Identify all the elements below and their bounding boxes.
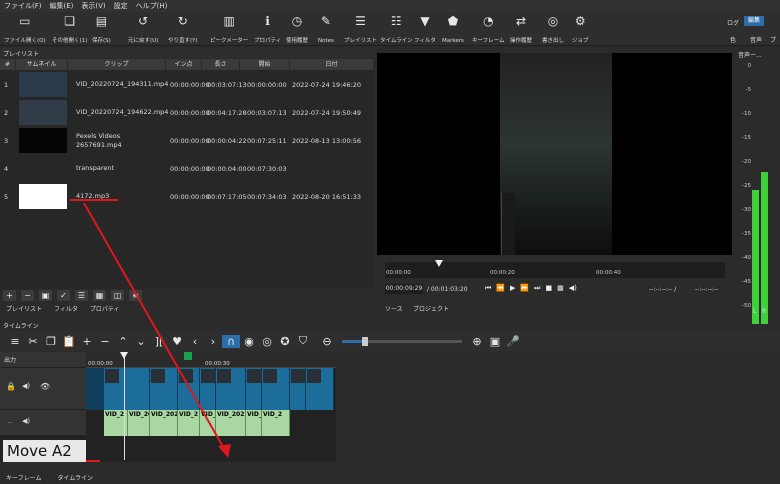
annotation-caption: Move A2: [3, 440, 86, 462]
annotation-arrow: [83, 202, 227, 453]
bottom-tab[interactable]: キーフレーム: [6, 473, 41, 482]
annotation-arrowhead: [218, 444, 231, 458]
annotation-overlay: [4, 199, 231, 462]
bottom-tab[interactable]: タイムライン: [57, 473, 93, 482]
bottom-tabs: キーフレーム タイムライン: [0, 470, 780, 484]
